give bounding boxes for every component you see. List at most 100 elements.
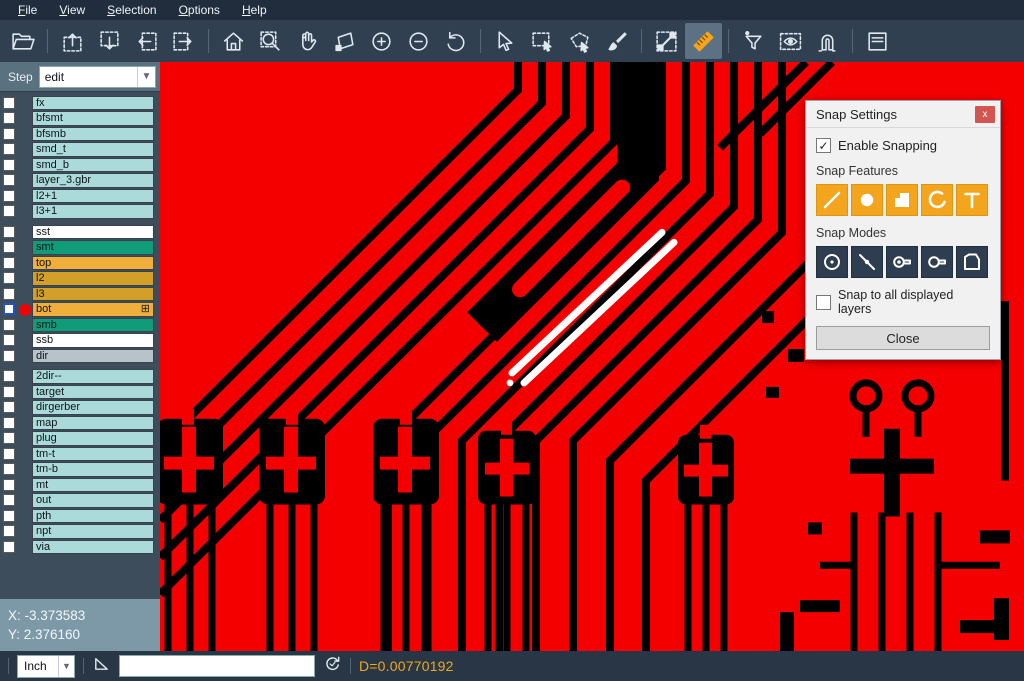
layer-row-pth[interactable]: pth xyxy=(0,508,160,524)
zoom-in-button[interactable] xyxy=(363,23,400,59)
layer-visibility-checkbox[interactable] xyxy=(3,272,15,284)
snap-all-layers-row[interactable]: Snap to all displayed layers xyxy=(816,288,990,316)
menu-item-selection[interactable]: Selection xyxy=(97,1,166,19)
pan-hand-button[interactable] xyxy=(289,23,326,59)
menu-item-options[interactable]: Options xyxy=(169,1,230,19)
layer-row-l2[interactable]: l2 xyxy=(0,271,160,287)
command-input[interactable] xyxy=(119,655,315,677)
layer-row-via[interactable]: via xyxy=(0,539,160,555)
layer-name[interactable]: bot⊞ xyxy=(32,302,154,317)
layer-visibility-checkbox[interactable] xyxy=(3,432,15,444)
unit-select[interactable]: Inch ▼ xyxy=(17,655,75,678)
layer-visibility-checkbox[interactable] xyxy=(3,386,15,398)
layer-row-mt[interactable]: mt xyxy=(0,477,160,493)
snap-pad-filled-button[interactable] xyxy=(886,246,918,278)
step-select[interactable]: edit ▼ xyxy=(39,66,156,88)
layer-name[interactable]: plug xyxy=(32,431,154,446)
layer-row-bfsmb[interactable]: bfsmb xyxy=(0,126,160,142)
layer-row-smd_t[interactable]: smd_t xyxy=(0,142,160,158)
zoom-previous-button[interactable] xyxy=(437,23,474,59)
layer-name[interactable]: l3 xyxy=(32,287,154,302)
layer-visibility-checkbox[interactable] xyxy=(3,510,15,522)
layer-visibility-checkbox[interactable] xyxy=(3,463,15,475)
layer-row-fx[interactable]: fx xyxy=(0,95,160,111)
dialog-close-icon[interactable]: x xyxy=(975,106,995,123)
snap-magnet-button[interactable] xyxy=(809,23,846,59)
open-file-button[interactable] xyxy=(4,23,41,59)
layer-name[interactable]: target xyxy=(32,385,154,400)
layer-name[interactable]: sst xyxy=(32,225,154,240)
layer-row-target[interactable]: target xyxy=(0,384,160,400)
dialog-close-button[interactable]: Close xyxy=(816,326,990,350)
layer-row-layer_3.gbr[interactable]: layer_3.gbr xyxy=(0,173,160,189)
layer-row-tm-t[interactable]: tm-t xyxy=(0,446,160,462)
layer-name[interactable]: pth xyxy=(32,509,154,524)
zoom-window-button[interactable] xyxy=(252,23,289,59)
layer-name[interactable]: layer_3.gbr xyxy=(32,173,154,188)
snap-polygon-button[interactable] xyxy=(956,246,988,278)
layer-row-npt[interactable]: npt xyxy=(0,524,160,540)
layer-row-top[interactable]: top xyxy=(0,255,160,271)
layer-row-bfsmt[interactable]: bfsmt xyxy=(0,111,160,127)
layer-visibility-checkbox[interactable] xyxy=(3,350,15,362)
layer-name[interactable]: smd_t xyxy=(32,142,154,157)
layer-name[interactable]: tm-b xyxy=(32,462,154,477)
menu-item-help[interactable]: Help xyxy=(232,1,277,19)
menu-item-view[interactable]: View xyxy=(49,1,95,19)
layer-visibility-checkbox[interactable] xyxy=(3,303,15,315)
layer-name[interactable]: via xyxy=(32,540,154,555)
layer-visibility-checkbox[interactable] xyxy=(3,128,15,140)
layer-visibility-checkbox[interactable] xyxy=(3,205,15,217)
layer-visibility-checkbox[interactable] xyxy=(3,417,15,429)
layer-row-map[interactable]: map xyxy=(0,415,160,431)
layer-row-ssb[interactable]: ssb xyxy=(0,333,160,349)
grid-icon[interactable]: ⊞ xyxy=(141,304,150,315)
pan-down-button[interactable] xyxy=(91,23,128,59)
layer-name[interactable]: l2+1 xyxy=(32,189,154,204)
enable-snapping-checkbox[interactable]: ✓ xyxy=(816,138,831,153)
layer-name[interactable]: ssb xyxy=(32,333,154,348)
pan-up-button[interactable] xyxy=(54,23,91,59)
sync-button[interactable] xyxy=(323,654,342,678)
layer-visibility-checkbox[interactable] xyxy=(3,319,15,331)
filter-button[interactable] xyxy=(735,23,772,59)
layer-visibility-checkbox[interactable] xyxy=(3,494,15,506)
snap-pad-button[interactable] xyxy=(851,184,883,216)
layer-name[interactable]: l2 xyxy=(32,271,154,286)
layer-row-l3[interactable]: l3 xyxy=(0,286,160,302)
layer-visibility-checkbox[interactable] xyxy=(3,257,15,269)
layer-visibility-checkbox[interactable] xyxy=(3,241,15,253)
layer-row-dirgerber[interactable]: dirgerber xyxy=(0,400,160,416)
snap-all-layers-checkbox[interactable] xyxy=(816,295,831,310)
layer-visibility-checkbox[interactable] xyxy=(3,226,15,238)
layer-name[interactable]: dir xyxy=(32,349,154,364)
layer-row-bot[interactable]: bot⊞ xyxy=(0,302,160,318)
layer-visibility-checkbox[interactable] xyxy=(3,334,15,346)
layer-visibility-checkbox[interactable] xyxy=(3,401,15,413)
layer-name[interactable]: out xyxy=(32,493,154,508)
layer-row-smb[interactable]: smb xyxy=(0,317,160,333)
home-view-button[interactable] xyxy=(215,23,252,59)
zoom-out-button[interactable] xyxy=(400,23,437,59)
layer-row-tm-b[interactable]: tm-b xyxy=(0,462,160,478)
layer-name[interactable]: bfsmt xyxy=(32,111,154,126)
layer-row-dir[interactable]: dir xyxy=(0,348,160,364)
snap-surface-button[interactable] xyxy=(886,184,918,216)
layer-visibility-checkbox[interactable] xyxy=(3,448,15,460)
layer-row-smt[interactable]: smt xyxy=(0,240,160,256)
layer-visibility-checkbox[interactable] xyxy=(3,541,15,553)
pan-right-button[interactable] xyxy=(165,23,202,59)
layer-visibility-checkbox[interactable] xyxy=(3,370,15,382)
layer-name[interactable]: top xyxy=(32,256,154,271)
layer-name[interactable]: fx xyxy=(32,96,154,111)
layer-visibility-checkbox[interactable] xyxy=(3,174,15,186)
enable-snapping-row[interactable]: ✓ Enable Snapping xyxy=(816,138,990,153)
snap-point-on-line-button[interactable] xyxy=(851,246,883,278)
layer-visibility-checkbox[interactable] xyxy=(3,159,15,171)
ruler-button[interactable] xyxy=(685,23,722,59)
poly-select-button[interactable] xyxy=(561,23,598,59)
snap-pad-outline-button[interactable] xyxy=(921,246,953,278)
select-arrow-button[interactable] xyxy=(487,23,524,59)
layer-row-l3+1[interactable]: l3+1 xyxy=(0,204,160,220)
layer-row-sst[interactable]: sst xyxy=(0,224,160,240)
